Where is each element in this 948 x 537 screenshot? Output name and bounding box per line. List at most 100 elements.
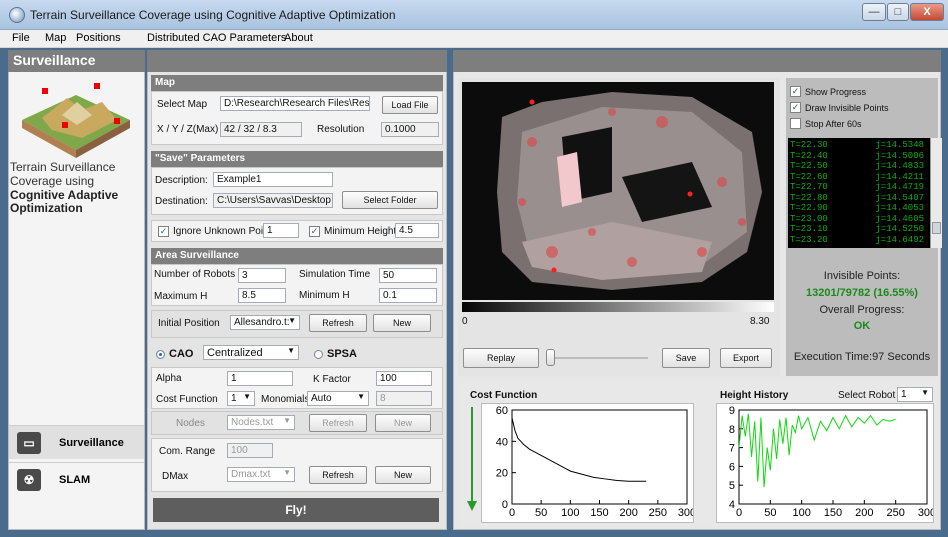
parameters-topbar — [147, 50, 447, 72]
load-file-button[interactable]: Load File — [382, 96, 438, 114]
cao-label: CAO — [169, 348, 194, 360]
log-time: T=22.50 — [790, 161, 828, 171]
cost-function-title: Cost Function — [470, 390, 538, 401]
fly-button[interactable]: Fly! — [153, 498, 439, 522]
com-range-field[interactable]: 100 — [227, 443, 273, 458]
initial-position-value: Allesandro.t: — [234, 317, 290, 328]
stop-after-label: Stop After 60s — [805, 119, 862, 129]
ignore-unknown-field[interactable]: 1 — [263, 223, 299, 238]
nav-surveillance[interactable]: ▭ Surveillance — [9, 425, 144, 459]
xyz-field: 42 / 32 / 8.3 — [220, 122, 302, 137]
alpha-field[interactable]: 1 — [227, 371, 293, 386]
map-path-field[interactable]: D:\Research\Research Files\Resea — [220, 96, 370, 111]
kfactor-field[interactable]: 100 — [376, 371, 432, 386]
num-robots-field[interactable]: 3 — [238, 268, 286, 283]
log-time: T=23.10 — [790, 224, 828, 234]
minimum-height-checkbox[interactable]: ✓ — [309, 226, 320, 237]
select-folder-button[interactable]: Select Folder — [342, 191, 438, 209]
log-time: T=22.30 — [790, 140, 828, 150]
sim-time-field[interactable]: 50 — [379, 268, 437, 283]
save-section-title: "Save" Parameters — [151, 151, 443, 167]
menu-file[interactable]: File — [12, 32, 30, 44]
log-cost: j=14.4719 — [875, 182, 924, 192]
ignore-unknown-checkbox[interactable]: ✓ — [158, 226, 169, 237]
radiation-icon: ☢ — [17, 469, 41, 491]
draw-invisible-checkbox[interactable]: ✓ — [790, 102, 801, 113]
overall-progress-value: OK — [853, 320, 871, 332]
destination-field: C:\Users\Savvas\Desktop — [213, 193, 333, 208]
log-cost: j=14.4211 — [875, 171, 924, 182]
nodes-new-button[interactable]: New — [375, 414, 431, 432]
minimum-height-field[interactable]: 4.5 — [395, 223, 439, 238]
replay-button[interactable]: Replay — [463, 348, 539, 368]
stop-after-checkbox[interactable] — [790, 118, 801, 129]
cost-function-label: Cost Function — [156, 394, 218, 405]
nodes-refresh-button[interactable]: Refresh — [309, 414, 367, 432]
menu-about[interactable]: About — [284, 32, 313, 44]
y-tick-label: 20 — [496, 468, 508, 480]
log-line: T=22.70 j=14.4719 — [790, 182, 928, 193]
monomials-number-field[interactable]: 8 — [376, 391, 432, 406]
select-map-label: Select Map — [157, 99, 208, 110]
minimize-button[interactable]: — — [862, 3, 886, 21]
min-h-field[interactable]: 0.1 — [379, 288, 437, 303]
log-cost: j=14.5407 — [875, 192, 924, 203]
log-cost: j=14.4605 — [875, 213, 924, 224]
terrain-map-view[interactable] — [462, 82, 774, 300]
initial-position-select[interactable]: Allesandro.t: ▼ — [230, 315, 300, 330]
log-time: T=23.00 — [790, 213, 828, 224]
save-button[interactable]: Save — [662, 348, 710, 368]
kfactor-label: K Factor — [313, 374, 351, 385]
maximize-button[interactable]: □ — [887, 3, 909, 21]
dmax-new-button[interactable]: New — [375, 466, 431, 484]
surveillance-header: Surveillance — [8, 50, 145, 72]
xyz-label: X / Y / Z(Max) — [157, 124, 219, 135]
x-tick-label: 200 — [619, 507, 637, 519]
cost-function-select[interactable]: 1 ▼ — [227, 391, 255, 406]
dmax-refresh-button[interactable]: Refresh — [309, 466, 367, 484]
chevron-down-icon: ▼ — [287, 346, 295, 355]
invisible-points-label: Invisible Points: — [823, 270, 901, 282]
initial-position-new-button[interactable]: New — [373, 314, 431, 332]
description-field[interactable]: Example1 — [213, 172, 333, 187]
nodes-select[interactable]: Nodes.txt ▼ — [227, 415, 295, 430]
cao-radio[interactable] — [156, 350, 165, 359]
overall-progress-label: Overall Progress: — [819, 304, 905, 316]
chevron-down-icon: ▼ — [283, 416, 291, 425]
cao-mode-select[interactable]: Centralized ▼ — [203, 345, 299, 360]
chevron-down-icon: ▼ — [283, 468, 291, 477]
log-line: T=22.50 j=14.4833 — [790, 161, 928, 172]
y-tick-label: 0 — [502, 499, 508, 511]
max-h-field[interactable]: 8.5 — [238, 288, 286, 303]
select-robot-value: 1 — [901, 389, 907, 400]
select-robot-select[interactable]: 1 ▼ — [897, 387, 933, 402]
spsa-radio[interactable] — [314, 350, 323, 359]
x-tick-label: 0 — [736, 507, 742, 519]
replay-slider-track[interactable] — [548, 357, 648, 359]
terrain-logo-image — [22, 83, 130, 158]
menu-distributed-cao[interactable]: Distributed CAO Parameters — [147, 32, 286, 44]
show-progress-checkbox[interactable]: ✓ — [790, 86, 801, 97]
y-tick-label: 4 — [729, 499, 735, 511]
cost-function-chart: 0 50 100 150 200 250 300 0 20 40 60 — [481, 403, 696, 523]
close-button[interactable]: X — [910, 3, 944, 21]
y-tick-label: 6 — [729, 461, 735, 473]
dmax-select[interactable]: Dmax.txt ▼ — [227, 467, 295, 482]
menu-positions[interactable]: Positions — [76, 32, 121, 44]
minimum-height-label: Minimum Height — [324, 226, 397, 237]
alpha-label: Alpha — [156, 373, 182, 384]
log-line: T=22.40 j=14.5006 — [790, 151, 928, 162]
export-button[interactable]: Export — [720, 348, 772, 368]
chevron-down-icon: ▼ — [243, 392, 251, 401]
terrain-coverage-image — [462, 82, 774, 300]
log-line: T=23.00 j=14.4605 — [790, 214, 928, 225]
initial-position-refresh-button[interactable]: Refresh — [309, 314, 367, 332]
replay-slider-thumb[interactable] — [546, 349, 555, 366]
menu-map[interactable]: Map — [45, 32, 66, 44]
monomials-select[interactable]: Auto ▼ — [307, 391, 369, 406]
map-section-title: Map — [151, 75, 443, 91]
log-cost: j=14.6492 — [875, 234, 924, 245]
log-scrollbar[interactable] — [930, 138, 942, 248]
log-scroll-thumb[interactable] — [932, 222, 941, 234]
nav-slam[interactable]: ☢ SLAM — [9, 462, 144, 496]
